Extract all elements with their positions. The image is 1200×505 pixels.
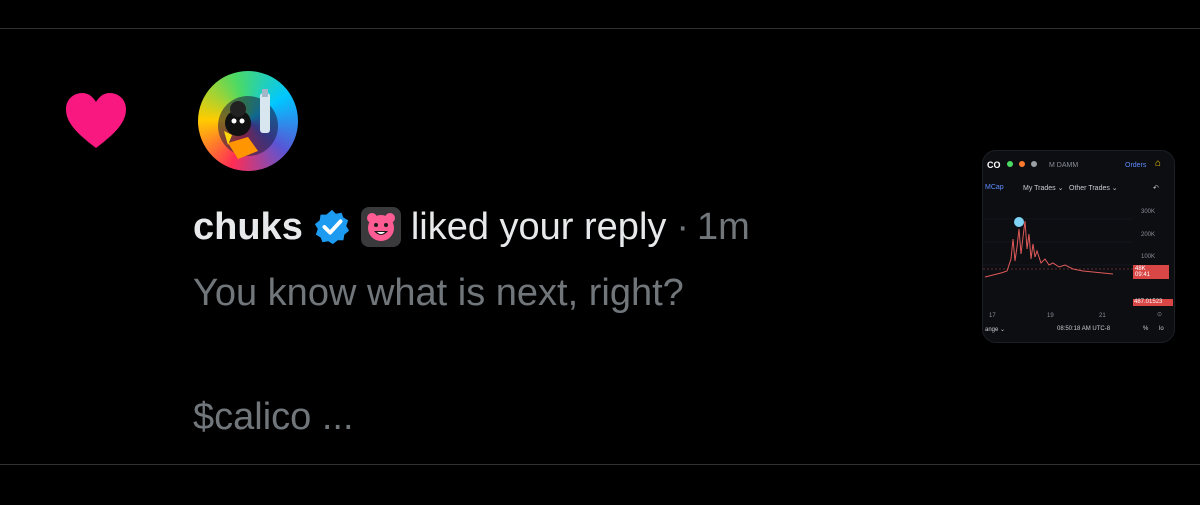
media-thumbnail[interactable]: CO M DAMM Orders ⌂ MCap My Trades ⌄ Othe… bbox=[982, 150, 1175, 343]
thumbnail-my-trades: My Trades ⌄ bbox=[1023, 185, 1064, 192]
reply-text-line2[interactable]: $calico ... bbox=[193, 396, 354, 439]
y-tick-200: 200K bbox=[1141, 232, 1156, 238]
thumbnail-other-trades: Other Trades ⌄ bbox=[1069, 185, 1118, 192]
thumbnail-ticker: CO bbox=[987, 160, 1001, 170]
settings-icon: ⊙ bbox=[1157, 312, 1163, 318]
x-tick-21: 21 bbox=[1099, 313, 1106, 319]
undo-icon: ↶ bbox=[1153, 185, 1159, 192]
bear-affiliate-icon[interactable] bbox=[360, 207, 401, 247]
timestamp[interactable]: 1m bbox=[697, 206, 750, 249]
range-selector: ange ⌄ bbox=[985, 327, 1006, 333]
log-toggle: lo bbox=[1159, 326, 1164, 332]
avatar[interactable] bbox=[198, 71, 298, 171]
x-tick-19: 19 bbox=[1047, 313, 1054, 319]
price-tag-last: 487.01523 bbox=[1134, 299, 1163, 305]
thumbnail-mcap: MCap bbox=[985, 184, 1004, 191]
notification-line: chuks liked your reply · 1m bbox=[193, 201, 750, 253]
dot-separator: · bbox=[676, 205, 690, 248]
bottom-divider bbox=[0, 464, 1200, 465]
avatar-character-icon bbox=[218, 89, 278, 159]
x-tick-17: 17 bbox=[989, 313, 996, 319]
price-tag-time: 09:41 bbox=[1135, 272, 1151, 278]
thumbnail-pool: M DAMM bbox=[1049, 162, 1079, 169]
verified-badge-icon bbox=[314, 209, 349, 245]
thumbnail-chart bbox=[983, 217, 1173, 306]
thumbnail-orders: Orders bbox=[1125, 162, 1147, 169]
thumbnail-top-bar: CO M DAMM Orders ⌂ bbox=[983, 151, 1174, 181]
bear-face-icon bbox=[366, 213, 395, 241]
y-tick-300: 300K bbox=[1141, 209, 1156, 215]
reply-text-line1[interactable]: You know what is next, right? bbox=[193, 272, 684, 315]
token-icon-2 bbox=[1019, 161, 1025, 167]
action-text: liked your reply bbox=[410, 205, 667, 248]
user-name[interactable]: chuks bbox=[193, 206, 303, 249]
top-divider bbox=[0, 28, 1200, 29]
clock-text: 08:50:18 AM UTC-8 bbox=[1057, 326, 1111, 332]
y-tick-100: 100K bbox=[1141, 254, 1156, 260]
home-icon: ⌂ bbox=[1155, 158, 1162, 169]
token-icon-3 bbox=[1031, 161, 1037, 167]
heart-icon bbox=[66, 93, 126, 148]
token-icon bbox=[1007, 161, 1013, 167]
thumbnail-tab-bar: MCap My Trades ⌄ Other Trades ⌄ ↶ bbox=[983, 181, 1174, 195]
percent-toggle: % bbox=[1143, 326, 1149, 332]
